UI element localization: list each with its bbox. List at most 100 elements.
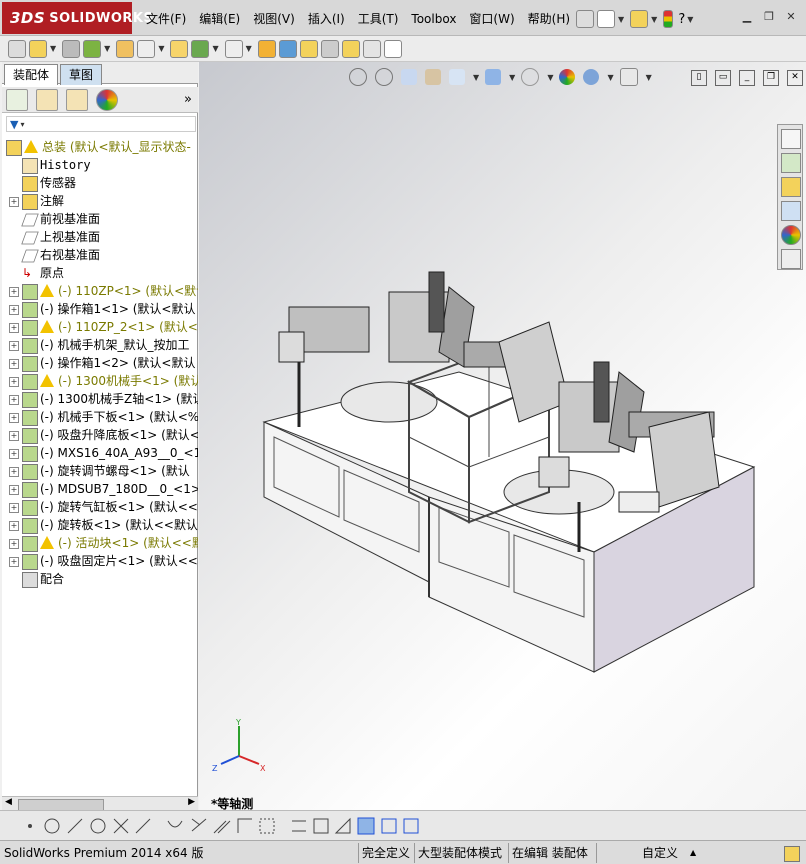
view-palette-icon[interactable]: [781, 201, 801, 221]
hide-show-items-icon[interactable]: [521, 68, 540, 86]
chevron-down-icon[interactable]: ▼: [158, 44, 164, 53]
tree-item[interactable]: + (-) 旋转板<1> (默认<<默认: [2, 516, 198, 534]
configuration-manager-icon[interactable]: [66, 88, 88, 111]
tree-item[interactable]: + (-) 机械手机架_默认_按加工: [2, 336, 198, 354]
restore-icon[interactable]: ❐: [760, 9, 778, 25]
chevron-down-icon[interactable]: ▼: [618, 15, 624, 24]
trim-icon[interactable]: [113, 818, 129, 834]
graphics-area[interactable]: ▼ ▼ ▼ ▼ ▼ ▯ ▭ _ ❐ ✕ Y X Z *等轴测: [199, 62, 806, 810]
viewport-tile-icon[interactable]: ▭: [715, 70, 731, 86]
chevron-down-icon[interactable]: ▼: [646, 73, 652, 82]
chevron-down-icon[interactable]: ▼: [246, 44, 252, 53]
tree-item[interactable]: 传感器: [2, 174, 198, 192]
reference-geometry-icon[interactable]: [257, 39, 276, 58]
tab-assembly[interactable]: 装配体: [4, 64, 59, 85]
chevron-down-icon[interactable]: ▼: [473, 73, 479, 82]
view-tile-icon[interactable]: [403, 818, 419, 834]
section-view-icon[interactable]: [425, 69, 441, 85]
tree-item[interactable]: + (-) 吸盘固定片<1> (默认<<9: [2, 552, 198, 570]
scroll-left-icon[interactable]: ◀: [5, 797, 12, 807]
expand-toggle-icon[interactable]: +: [9, 287, 19, 297]
tree-item[interactable]: + (-) 110ZP<1> (默认<默认: [2, 282, 198, 300]
help-icon[interactable]: ?: [678, 12, 685, 27]
custom-properties-icon[interactable]: [781, 249, 801, 269]
centerpoint-circle-icon[interactable]: [90, 818, 106, 834]
zoom-to-fit-icon[interactable]: [349, 68, 367, 86]
chevron-down-icon[interactable]: ▾: [20, 120, 24, 129]
tree-item[interactable]: + (-) MXS16_40A_A93__0_<1>: [2, 444, 198, 462]
view-orientation-icon[interactable]: [449, 69, 465, 85]
paperclip-icon[interactable]: [62, 39, 81, 58]
menu-view[interactable]: 视图(V): [253, 9, 295, 29]
property-manager-icon[interactable]: [36, 88, 58, 111]
tree-item[interactable]: ↳ 原点: [2, 264, 198, 282]
menu-toolbox[interactable]: Toolbox: [411, 9, 456, 29]
viewport-split-icon[interactable]: ▯: [691, 70, 707, 86]
traffic-light-icon[interactable]: [663, 10, 674, 28]
assembly-features-icon[interactable]: [224, 39, 243, 58]
expand-more-icon[interactable]: »: [184, 92, 192, 107]
mate-icon[interactable]: [116, 39, 135, 58]
display-style-icon[interactable]: [485, 69, 502, 85]
instant3d-icon[interactable]: [383, 39, 402, 58]
zoom-to-area-icon[interactable]: [375, 68, 393, 86]
relation-icon[interactable]: [334, 817, 351, 834]
assembly-open-icon[interactable]: [29, 39, 47, 58]
chevron-down-icon[interactable]: ▼: [104, 44, 110, 53]
tree-item[interactable]: + (-) 操作箱1<2> (默认<默认: [2, 354, 198, 372]
tree-item[interactable]: 右视基准面: [2, 246, 198, 264]
chevron-down-icon[interactable]: ▼: [607, 73, 613, 82]
viewport-minimize-icon[interactable]: _: [739, 70, 755, 86]
feature-manager-icon[interactable]: [6, 88, 28, 111]
pin-icon[interactable]: [576, 10, 594, 28]
view-settings-icon[interactable]: [619, 68, 638, 86]
tree-item[interactable]: 前视基准面: [2, 210, 198, 228]
expand-toggle-icon[interactable]: +: [9, 503, 19, 513]
menu-help[interactable]: 帮助(H): [528, 9, 570, 29]
appearances-icon[interactable]: [781, 225, 801, 245]
edit-appearance-icon[interactable]: [559, 69, 576, 85]
expand-toggle-icon[interactable]: +: [9, 557, 19, 567]
construction-line-icon[interactable]: [135, 818, 151, 834]
rectangle-icon[interactable]: [259, 818, 275, 834]
exploded-view-icon[interactable]: [320, 39, 339, 58]
funnel-icon[interactable]: ▼: [10, 118, 18, 131]
open-folder-icon[interactable]: [630, 10, 649, 28]
tree-item[interactable]: 配合: [2, 570, 198, 588]
file-explorer-icon[interactable]: [781, 177, 801, 197]
tree-item[interactable]: History: [2, 156, 198, 174]
display-manager-icon[interactable]: [96, 88, 118, 111]
clearance-verification-icon[interactable]: [362, 39, 381, 58]
show-hidden-icon[interactable]: [191, 39, 210, 58]
view-cube-icon[interactable]: [357, 817, 375, 835]
menu-tools[interactable]: 工具(T): [358, 9, 399, 29]
tree-filter[interactable]: ▼ ▾: [6, 116, 196, 132]
point-icon[interactable]: [28, 824, 32, 828]
rebuild-icon[interactable]: [8, 39, 26, 58]
expand-toggle-icon[interactable]: +: [9, 449, 19, 459]
viewport-close-icon[interactable]: ✕: [787, 70, 803, 86]
expand-toggle-icon[interactable]: +: [9, 467, 19, 477]
interference-detection-icon[interactable]: [341, 39, 360, 58]
tree-item[interactable]: + (-) 1300机械手Z轴<1> (默认: [2, 390, 198, 408]
tree-item[interactable]: + (-) 1300机械手<1> (默认<: [2, 372, 198, 390]
expand-toggle-icon[interactable]: +: [9, 359, 19, 369]
expand-toggle-icon[interactable]: +: [9, 323, 19, 333]
move-component-icon[interactable]: [170, 39, 189, 58]
expand-toggle-icon[interactable]: +: [9, 305, 19, 315]
tree-item[interactable]: + (-) 旋转调节螺母<1> (默认: [2, 462, 198, 480]
machine-assembly-model[interactable]: [249, 252, 779, 692]
expand-toggle-icon[interactable]: +: [9, 539, 19, 549]
grid-icon[interactable]: [313, 818, 329, 834]
chevron-down-icon[interactable]: ▼: [651, 15, 657, 24]
circle-icon[interactable]: [44, 818, 60, 834]
line-icon[interactable]: [67, 818, 83, 834]
expand-toggle-icon[interactable]: +: [9, 521, 19, 531]
expand-toggle-icon[interactable]: +: [9, 377, 19, 387]
tree-item[interactable]: 上视基准面: [2, 228, 198, 246]
expand-toggle-icon[interactable]: +: [9, 485, 19, 495]
tree-item[interactable]: + (-) MDSUB7_180D__0_<1> (默: [2, 480, 198, 498]
expand-toggle-icon[interactable]: +: [9, 413, 19, 423]
scroll-right-icon[interactable]: ▶: [188, 797, 195, 807]
viewport-restore-icon[interactable]: ❐: [763, 70, 779, 86]
